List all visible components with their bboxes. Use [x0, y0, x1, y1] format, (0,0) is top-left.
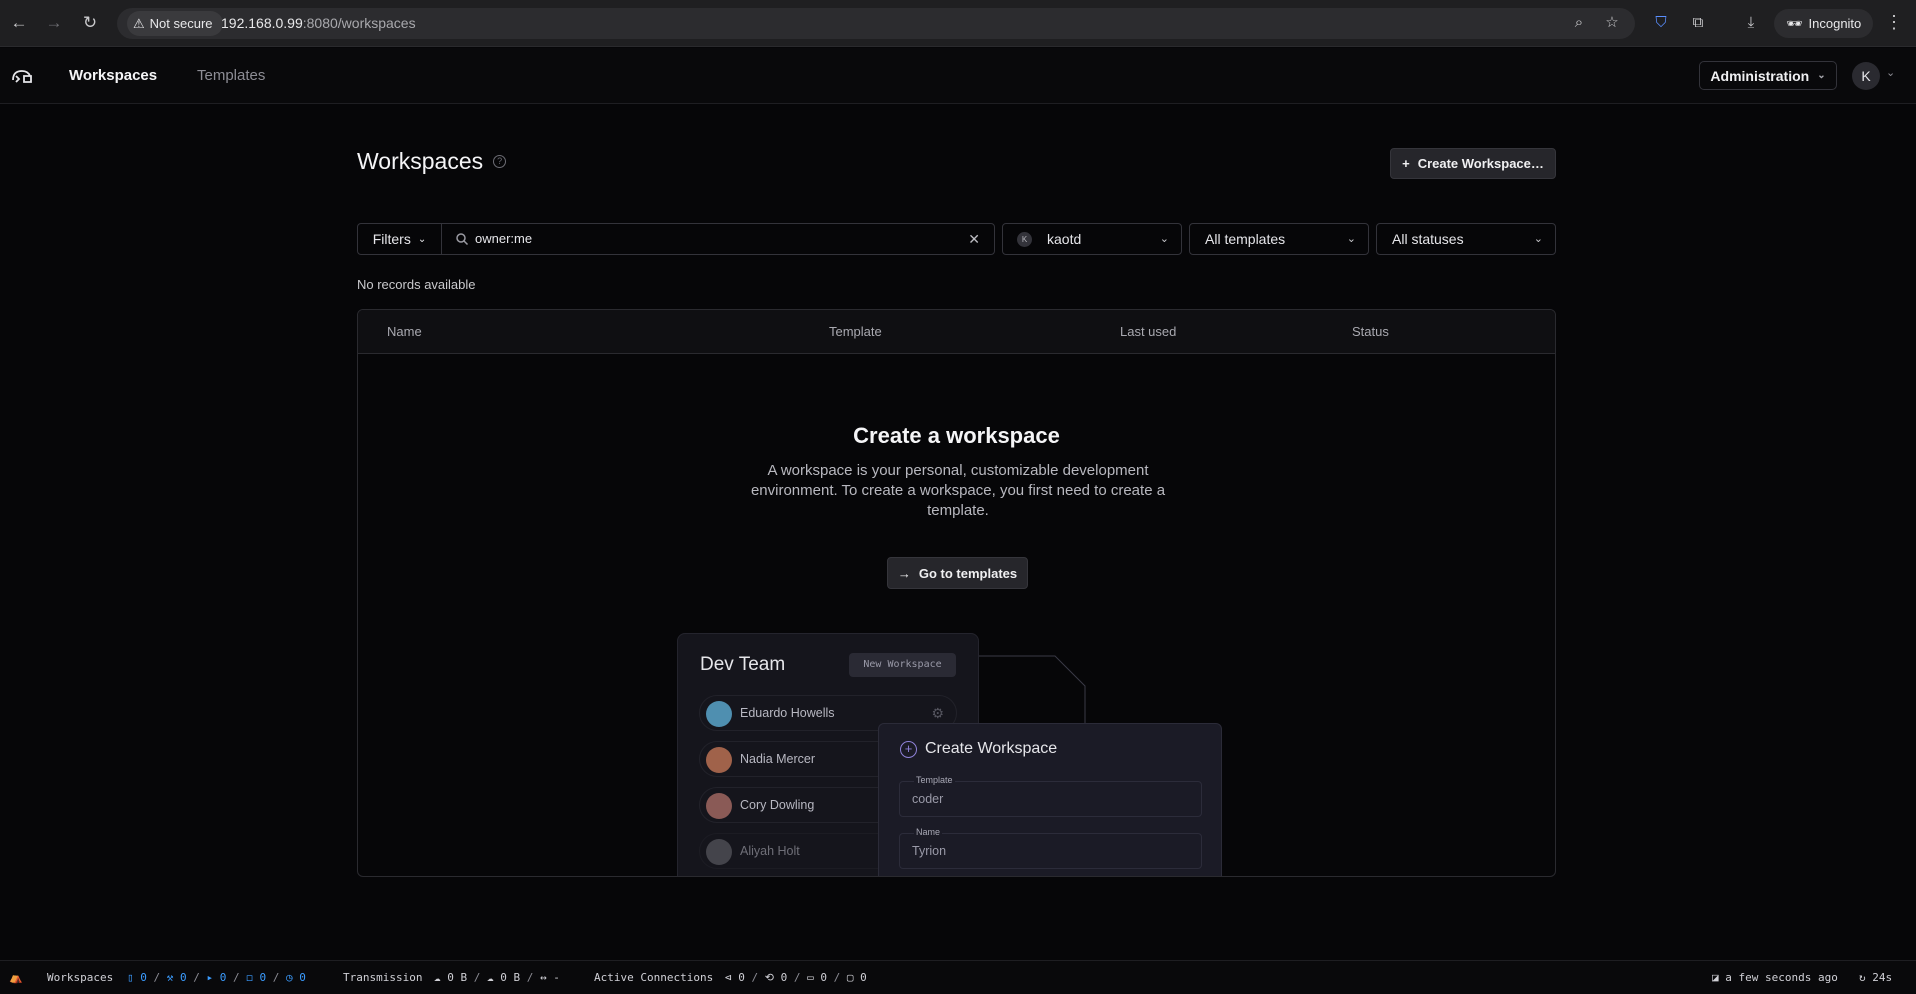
- nav-workspaces[interactable]: Workspaces: [69, 48, 157, 104]
- latency-icon: ↔: [540, 971, 547, 984]
- bookmark-star-icon[interactable]: ☆: [1600, 11, 1624, 35]
- status-workspaces-label[interactable]: Workspaces: [47, 961, 113, 994]
- security-chip[interactable]: ⚠ Not secure: [127, 11, 223, 36]
- download-icon[interactable]: ⤓: [1739, 11, 1763, 35]
- chevron-down-icon: ⌄: [417, 233, 427, 245]
- new-workspace-chip: New Workspace: [849, 653, 956, 677]
- clear-search-icon[interactable]: ✕: [968, 224, 980, 254]
- transmission-label: Transmission: [343, 971, 423, 984]
- clock-icon: ◪: [1712, 971, 1719, 984]
- transmission-values: ☁ 0 B / ☁ 0 B / ↔ -: [434, 971, 560, 984]
- warning-icon: ⚠: [133, 15, 145, 31]
- chevron-down-icon: ⌄: [1533, 233, 1543, 245]
- page-title: Workspaces ?: [357, 148, 507, 175]
- help-icon[interactable]: ?: [493, 155, 507, 168]
- team-title: Dev Team: [700, 654, 786, 675]
- plus-icon: +: [1402, 156, 1410, 171]
- workspace-status-counts[interactable]: ▯ 0 / ⚒ 0 / ▸ 0 / ◻ 0 / ◷ 0: [127, 961, 306, 994]
- avatar: [706, 793, 732, 819]
- refresh-icon: ↻: [1859, 971, 1866, 984]
- name-field: Name Tyrion: [899, 827, 1202, 869]
- incognito-icon: 🕶: [1786, 15, 1803, 31]
- zoom-icon[interactable]: ⌕: [1567, 11, 1591, 35]
- back-icon[interactable]: ←: [7, 11, 31, 35]
- forward-icon[interactable]: →: [42, 11, 66, 35]
- status-dropdown[interactable]: All statuses ⌄: [1376, 223, 1556, 255]
- refresh-timer[interactable]: ↻ 24s: [1859, 961, 1892, 994]
- plus-circle-icon: +: [900, 740, 917, 758]
- url-text: 192.168.0.99:8080/workspaces: [221, 15, 416, 31]
- create-workspace-illustration: + Create Workspace Template coder Name T…: [878, 723, 1222, 876]
- coder-small-logo-icon: ⛺: [9, 971, 23, 984]
- chevron-down-icon: ⌄: [1159, 233, 1169, 245]
- status-bar: ⛺ Workspaces ▯ 0 / ⚒ 0 / ▸ 0 / ◻ 0 / ◷ 0…: [0, 960, 1916, 994]
- owner-dropdown[interactable]: K kaotd ⌄: [1002, 223, 1182, 255]
- records-count: No records available: [357, 277, 476, 292]
- chevron-down-icon[interactable]: ⌄: [1886, 66, 1895, 79]
- password-manager-icon[interactable]: ⛉: [1649, 11, 1673, 35]
- incognito-badge[interactable]: 🕶 Incognito: [1774, 9, 1874, 38]
- chevron-down-icon: ⌄: [1817, 70, 1826, 81]
- avatar: [706, 747, 732, 773]
- filters-button[interactable]: Filters ⌄: [357, 223, 442, 255]
- search-input[interactable]: owner:me ✕: [441, 223, 995, 255]
- nav-templates[interactable]: Templates: [197, 48, 265, 104]
- browser-menu-icon[interactable]: ⋮: [1884, 11, 1904, 35]
- administration-dropdown[interactable]: Administration ⌄: [1699, 61, 1837, 90]
- address-bar[interactable]: ⚠ Not secure 192.168.0.99:8080/workspace…: [117, 8, 1635, 39]
- user-avatar[interactable]: K: [1852, 62, 1880, 90]
- extensions-icon[interactable]: ⧉: [1686, 11, 1710, 35]
- chevron-down-icon: ⌄: [1346, 233, 1356, 245]
- search-icon: [456, 233, 469, 246]
- active-connections-label: Active Connections: [594, 971, 714, 984]
- reload-icon[interactable]: ↻: [78, 11, 102, 35]
- avatar: [706, 701, 732, 727]
- owner-avatar: K: [1017, 232, 1032, 247]
- workspaces-table: Name Template Last used Status Create a …: [357, 309, 1556, 877]
- app-navbar: Workspaces Templates Administration ⌄ K …: [0, 48, 1916, 104]
- last-updated: ◪ a few seconds ago: [1712, 971, 1838, 984]
- download-cloud-icon: ☁: [487, 971, 494, 984]
- coder-logo-icon[interactable]: [10, 63, 34, 87]
- browser-toolbar: ← → ↻ ⚠ Not secure 192.168.0.99:8080/wor…: [0, 0, 1916, 47]
- template-field: Template coder: [899, 775, 1202, 817]
- create-workspace-button[interactable]: + Create Workspace…: [1390, 148, 1556, 179]
- create-workspace-title: + Create Workspace: [900, 740, 1057, 758]
- upload-icon: ☁: [434, 971, 441, 984]
- template-dropdown[interactable]: All templates ⌄: [1189, 223, 1369, 255]
- avatar: [706, 839, 732, 865]
- connection-counts: ⊲ 0 / ⟲ 0 / ▭ 0 / ▢ 0: [725, 971, 867, 984]
